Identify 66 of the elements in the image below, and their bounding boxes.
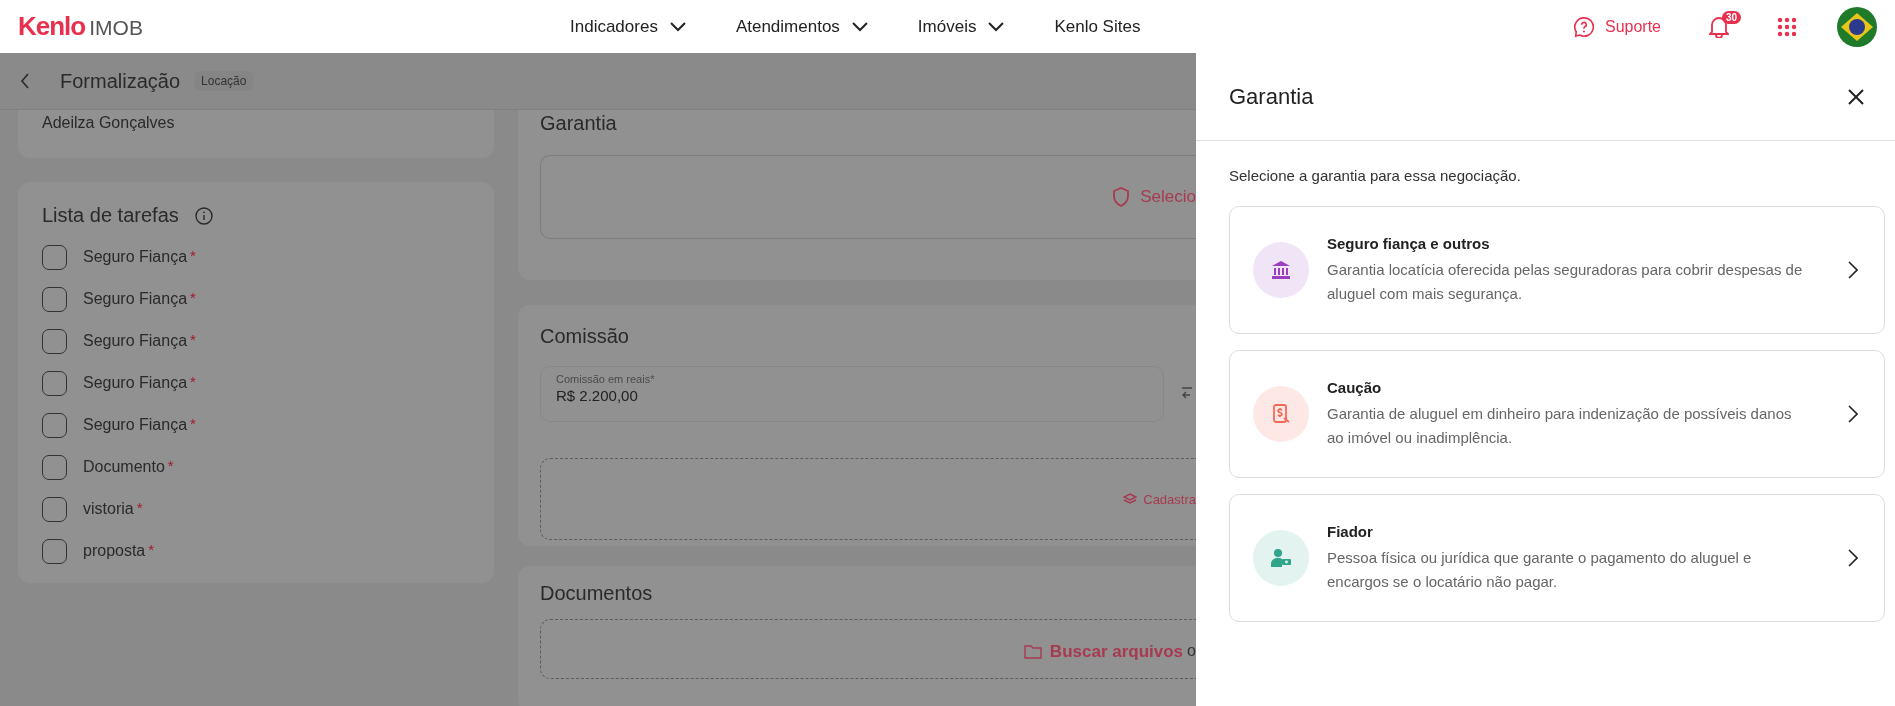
required-mark: * [167, 457, 174, 474]
task-label: Seguro Fiança [83, 290, 188, 308]
task-label: Seguro Fiança [83, 332, 188, 350]
section-title: Comissão [540, 325, 630, 348]
nav-link[interactable]: Imóveis [917, 16, 1005, 37]
required-mark: * [136, 499, 143, 516]
checkbox[interactable] [42, 538, 67, 564]
chevron-right-icon [1848, 261, 1858, 279]
commission-field[interactable]: Comissão em reais* R$ 2.200,00 [540, 366, 1164, 422]
chevron-right-icon [1848, 405, 1858, 423]
info-icon[interactable] [194, 206, 213, 225]
nav-link[interactable]: Kenlo Sites [1054, 16, 1141, 37]
option-description: Pessoa física ou jurídica que garante o pagamento do aluguel e encargos se o locatário não pagar. [1327, 547, 1753, 592]
cash-icon [1271, 403, 1291, 425]
shield-icon [1112, 187, 1131, 207]
flag-avatar[interactable] [1837, 6, 1877, 47]
required-mark: * [190, 331, 196, 348]
guarantee-option[interactable]: Caução Garantia de aluguel em dinheiro para indenização de possíveis danos ao imóvel ou inadimplência. [1229, 350, 1885, 478]
required-mark: * [190, 289, 196, 306]
section-title: Lista de tarefas [42, 204, 179, 227]
folder-icon [1023, 645, 1042, 659]
checkbox[interactable] [42, 412, 67, 438]
required-mark: * [190, 415, 196, 432]
drawer-subtitle: Selecione a garantia para essa negociação. [1229, 167, 1522, 184]
status-tag: Locação [194, 71, 254, 91]
help-icon [1572, 15, 1595, 38]
bank-icon [1271, 260, 1291, 280]
dropzone-text: o [1187, 642, 1196, 660]
option-title: Caução [1327, 378, 1383, 396]
checkbox[interactable] [42, 370, 67, 396]
back-icon[interactable] [20, 73, 30, 89]
support-link[interactable]: Suporte [1572, 15, 1661, 38]
required-mark: * [190, 373, 196, 390]
required-mark: * [190, 247, 196, 264]
nav-link[interactable]: Indicadores [570, 16, 686, 37]
task-label: Seguro Fiança [83, 248, 188, 266]
option-title: Seguro fiança e outros [1327, 234, 1491, 252]
checkbox[interactable] [42, 454, 67, 480]
logo[interactable]: Kenlo IMOB [18, 11, 538, 42]
page-title: Formalização [60, 69, 181, 93]
nav-link[interactable]: Atendimentos [735, 16, 868, 37]
task-label: Documento [83, 458, 165, 476]
task-label: Seguro Fiança [83, 416, 188, 434]
option-description: Garantia de aluguel em dinheiro para indenização de possíveis danos ao imóvel ou inadimplência. [1327, 403, 1793, 448]
required-mark: * [148, 541, 155, 558]
chevron-right-icon [1848, 549, 1858, 567]
task-label: Seguro Fiança [83, 374, 188, 392]
guarantee-option[interactable]: Fiador Pessoa física ou jurídica que garante o pagamento do aluguel e encargos se o locatário não pagar. [1229, 494, 1885, 622]
guarantee-option[interactable]: Seguro fiança e outros Garantia locatícia oferecida pelas seguradoras para cobrir despesas de aluguel com mais segurança. [1229, 206, 1885, 334]
checkbox[interactable] [42, 328, 67, 354]
task-label: proposta [83, 542, 146, 560]
notification-badge: 30 [1722, 10, 1742, 24]
checkbox[interactable] [42, 286, 67, 312]
person-money-icon [1270, 548, 1292, 568]
apps-grid-icon[interactable] [1777, 16, 1797, 37]
section-title: Garantia [540, 112, 618, 135]
option-title: Fiador [1327, 522, 1374, 540]
drawer-title: Garantia [1229, 83, 1314, 110]
client-name: Adeilza Gonçalves [42, 114, 175, 131]
checkbox[interactable] [42, 244, 67, 270]
task-label: vistoria [83, 500, 134, 518]
option-description: Garantia locatícia oferecida pelas seguradoras para cobrir despesas de aluguel com mais segurança. [1327, 259, 1804, 304]
section-title: Documentos [540, 582, 654, 605]
close-button[interactable] [1847, 87, 1865, 106]
checkbox[interactable] [42, 496, 67, 522]
layers-icon [1123, 493, 1138, 505]
